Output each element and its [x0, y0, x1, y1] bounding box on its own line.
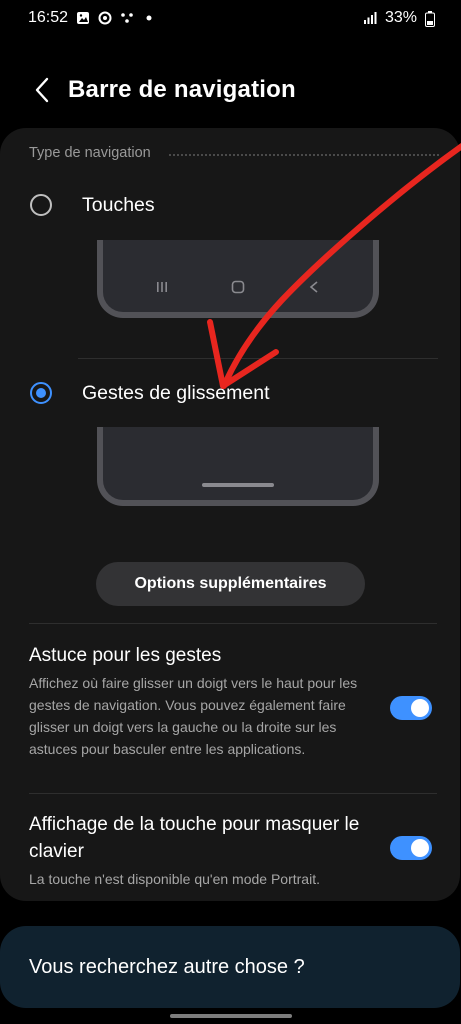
gallery-icon — [76, 11, 90, 25]
section-divider — [168, 154, 439, 156]
home-indicator[interactable] — [170, 1014, 292, 1018]
home-icon — [231, 280, 245, 294]
option-touches[interactable]: Touches — [0, 183, 460, 227]
gesture-hint-toggle[interactable] — [390, 696, 432, 720]
setting-title: Affichage de la touche pour masquer le c… — [29, 814, 360, 862]
search-prompt: Vous recherchez autre chose ? — [29, 955, 305, 978]
radio-touches[interactable] — [30, 194, 52, 216]
chevron-left-icon[interactable] — [22, 70, 62, 110]
setting-description: Affichez où faire glisser un doigt vers … — [29, 675, 358, 757]
back-key-icon — [307, 280, 321, 294]
more-options-button[interactable]: Options supplémentaires — [96, 562, 365, 606]
notification-dot-icon — [142, 11, 156, 25]
status-right: 33% — [363, 9, 439, 27]
divider — [29, 623, 437, 624]
divider — [29, 793, 437, 794]
dots-icon — [120, 11, 134, 25]
gesture-bar — [202, 483, 274, 487]
header: Barre de navigation — [0, 62, 461, 118]
option-label: Touches — [82, 193, 155, 216]
touches-preview[interactable] — [97, 240, 379, 318]
gestures-preview[interactable] — [97, 427, 379, 506]
nav-keys — [103, 280, 373, 294]
search-suggestion-card[interactable]: Vous recherchez autre chose ? — [0, 926, 460, 1008]
page-title: Barre de navigation — [68, 76, 296, 103]
toggle-knob — [411, 699, 429, 717]
signal-icon — [363, 11, 377, 25]
setting-description: La touche n'est disponible qu'en mode Po… — [29, 871, 320, 887]
status-left: 16:52 — [28, 9, 156, 27]
battery-percent: 33% — [384, 9, 417, 26]
status-bar: 16:52 33% — [0, 0, 461, 36]
recents-icon — [155, 280, 169, 294]
section-title: Type de navigation — [29, 145, 151, 161]
option-gestures[interactable]: Gestes de glissement — [0, 371, 460, 415]
navigation-type-header: Type de navigation — [29, 145, 439, 161]
sync-icon — [98, 11, 112, 25]
setting-title: Astuce pour les gestes — [29, 645, 222, 666]
divider — [78, 358, 438, 359]
gesture-hint-setting[interactable]: Astuce pour les gestes Affichez où faire… — [29, 642, 381, 760]
battery-icon — [425, 11, 439, 27]
hide-keyboard-button-toggle[interactable] — [390, 836, 432, 860]
status-time: 16:52 — [28, 9, 69, 26]
option-label: Gestes de glissement — [82, 381, 270, 404]
hide-keyboard-button-setting[interactable]: Affichage de la touche pour masquer le c… — [29, 811, 381, 890]
radio-gestures[interactable] — [30, 382, 52, 404]
toggle-knob — [411, 839, 429, 857]
